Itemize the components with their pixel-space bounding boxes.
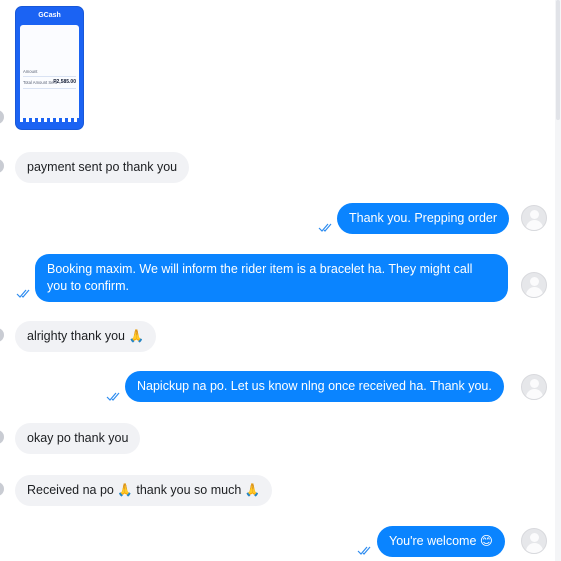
sender-avatar [0,328,4,342]
user-avatar [521,205,547,231]
scrollbar-thumb[interactable] [556,0,560,120]
read-check-icon [106,392,120,401]
outgoing-message[interactable]: You're welcome 😊 [377,526,505,557]
incoming-message[interactable]: Received na po 🙏 thank you so much 🙏 [15,475,273,506]
receipt-amount-label: Total Amount Sent [23,80,57,85]
incoming-message[interactable]: okay po thank you [15,423,141,454]
incoming-message[interactable]: payment sent po thank you [15,152,190,183]
receipt-divider [23,76,76,77]
sender-avatar [0,482,4,496]
read-check-icon [16,289,30,298]
incoming-message[interactable]: alrighty thank you 🙏 [15,321,157,352]
payment-brand-logo: GCash [38,12,61,19]
receipt-divider [23,88,76,89]
payment-receipt-screen: Amount Total Amount Sent P2,585.00 [20,25,79,122]
outgoing-message[interactable]: Booking maxim. We will inform the rider … [35,254,508,302]
payment-screenshot-image[interactable]: GCash Amount Total Amount Sent P2,585.00 [15,6,84,130]
receipt-zigzag-edge [20,118,79,122]
outgoing-message[interactable]: Napickup na po. Let us know nlng once re… [125,371,504,402]
read-check-icon [357,546,371,555]
receipt-row-label: Amount [23,69,38,74]
conversation-thread: GCash Amount Total Amount Sent P2,585.00… [0,0,561,561]
sender-avatar [0,110,4,124]
scrollbar[interactable] [555,0,561,561]
receipt-amount-value: P2,585.00 [53,79,76,85]
sender-avatar [0,430,4,444]
user-avatar [521,374,547,400]
sender-avatar [0,159,4,173]
outgoing-message[interactable]: Thank you. Prepping order [337,203,510,234]
read-check-icon [318,223,332,232]
user-avatar [521,272,547,298]
user-avatar [521,528,547,554]
